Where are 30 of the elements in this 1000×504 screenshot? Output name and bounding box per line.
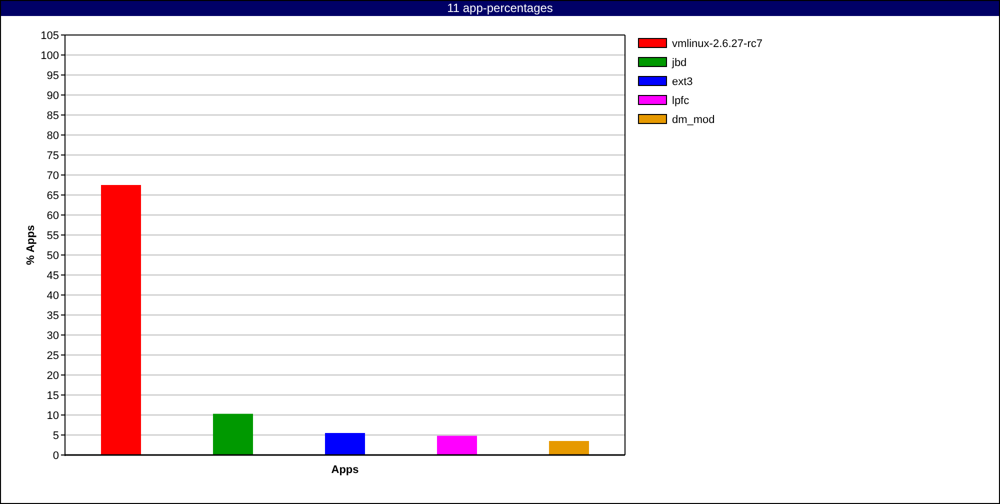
legend-label: ext3 <box>672 76 693 88</box>
tick-label: 70 <box>46 170 59 182</box>
tick-label: 80 <box>46 130 59 142</box>
window-title: 11 app-percentages <box>1 1 999 16</box>
axis-title: Apps <box>331 464 359 476</box>
tick-label: 5 <box>52 430 59 442</box>
tick-label: 25 <box>46 350 59 362</box>
tick-label: 90 <box>46 90 59 102</box>
tick-label: 35 <box>46 310 59 322</box>
tick-label: 10 <box>46 410 59 422</box>
tick-label: 20 <box>46 370 59 382</box>
legend-label: dm_mod <box>672 114 715 126</box>
tick-label: 75 <box>46 150 59 162</box>
tick-label: 55 <box>46 230 59 242</box>
tick-label: 15 <box>46 390 59 402</box>
tick-label: 60 <box>46 210 59 222</box>
tick-label: 65 <box>46 190 59 202</box>
tick-label: 50 <box>46 250 59 262</box>
tick-label: 0 <box>52 450 59 462</box>
tick-label: 30 <box>46 330 59 342</box>
tick-label: 95 <box>46 70 59 82</box>
tick-label: 40 <box>46 290 59 302</box>
tick-label: 85 <box>46 110 59 122</box>
tick-label: 100 <box>40 50 59 62</box>
legend-label: lpfc <box>672 95 690 107</box>
legend-label: vmlinux-2.6.27-rc7 <box>672 38 762 50</box>
tick-label: 45 <box>46 270 59 282</box>
axis-title: % Apps <box>25 225 37 265</box>
legend-label: jbd <box>672 57 687 69</box>
tick-label: 105 <box>40 30 59 42</box>
